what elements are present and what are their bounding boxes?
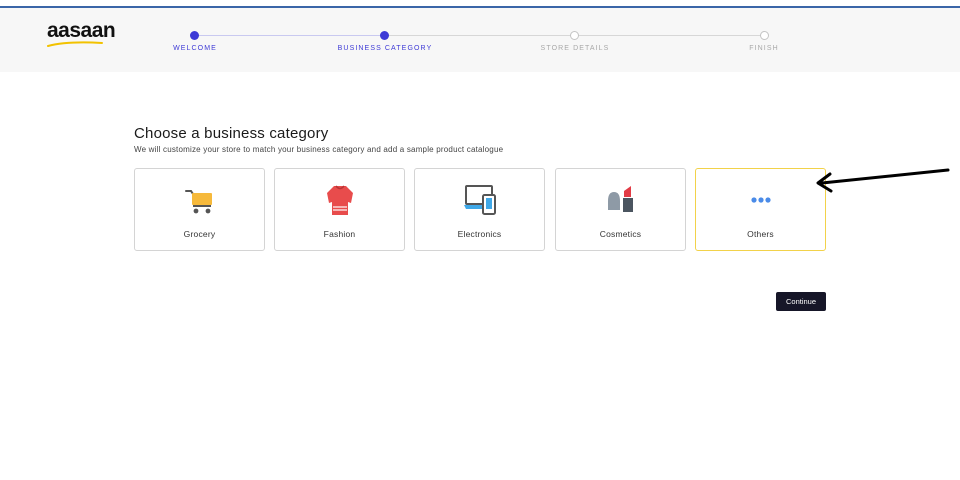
stepper-track-completed (195, 35, 384, 36)
step-dot-business-category (380, 31, 389, 40)
step-label-store-details: STORE DETAILS (540, 45, 610, 52)
category-label-grocery: Grocery (183, 229, 216, 239)
progress-stepper: WELCOME BUSINESS CATEGORY STORE DETAILS … (0, 8, 960, 72)
step-dot-finish (760, 31, 769, 40)
step-label-business-category: BUSINESS CATEGORY (337, 45, 433, 52)
category-label-others: Others (747, 229, 774, 239)
category-card-cosmetics[interactable]: Cosmetics (555, 168, 686, 251)
more-dots-icon (750, 197, 771, 203)
step-label-welcome: WELCOME (173, 45, 217, 52)
category-label-electronics: Electronics (457, 229, 502, 239)
continue-button[interactable]: Continue (776, 292, 826, 311)
category-card-electronics[interactable]: Electronics (414, 168, 545, 251)
page-title: Choose a business category (134, 125, 329, 142)
category-label-cosmetics: Cosmetics (599, 229, 642, 239)
shopping-cart-icon (184, 190, 212, 214)
step-dot-store-details (570, 31, 579, 40)
category-label-fashion: Fashion (323, 229, 356, 239)
step-dot-welcome (190, 31, 199, 40)
shirt-icon (326, 185, 353, 215)
category-card-others[interactable]: Others (695, 168, 826, 251)
category-card-fashion[interactable]: Fashion (274, 168, 405, 251)
lipstick-icon (607, 186, 633, 212)
category-card-grocery[interactable]: Grocery (134, 168, 265, 251)
step-label-finish: FINISH (749, 45, 779, 52)
pointer-arrow-icon (816, 168, 950, 193)
page-subtitle: We will customize your store to match yo… (134, 145, 504, 154)
devices-icon (463, 185, 496, 215)
